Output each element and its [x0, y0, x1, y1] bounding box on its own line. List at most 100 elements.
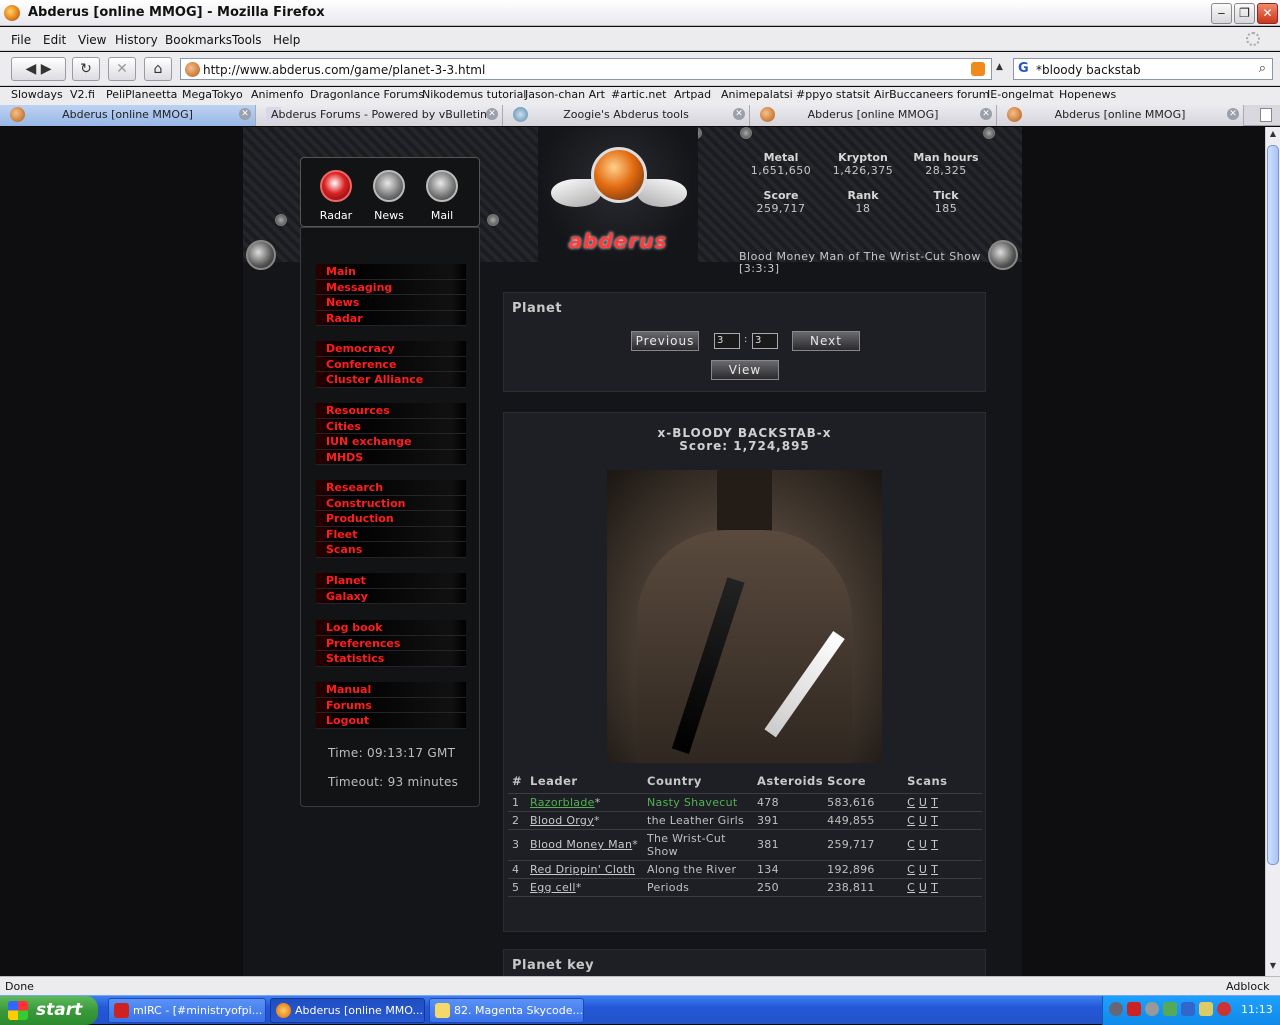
menu-view[interactable]: View [78, 33, 106, 47]
sidebar-item-main[interactable]: Main [316, 264, 466, 280]
sidebar-item-preferences[interactable]: Preferences [316, 635, 466, 651]
close-tab-icon[interactable]: ✕ [733, 108, 745, 120]
menu-bookmarks[interactable]: Bookmarks [165, 33, 232, 47]
scan-c-link[interactable]: C [907, 796, 915, 809]
history-dropdown-icon[interactable]: ▲ [996, 62, 1003, 72]
scan-u-link[interactable]: U [919, 796, 927, 809]
tab-abderus-2[interactable]: Abderus [online MMOG] ✕ [750, 105, 997, 126]
start-button[interactable]: start [0, 996, 98, 1025]
scan-c-link[interactable]: C [907, 838, 915, 851]
sidebar-item-resources[interactable]: Resources [316, 403, 466, 419]
scan-t-link[interactable]: T [931, 838, 938, 851]
search-field[interactable]: G *bloody backstab ⌕ [1013, 58, 1273, 80]
sidebar-item-statistics[interactable]: Statistics [316, 651, 466, 667]
task-firefox[interactable]: Abderus [online MMO... [270, 998, 425, 1023]
sidebar-item-log-book[interactable]: Log book [316, 620, 466, 636]
sidebar-item-scans[interactable]: Scans [316, 542, 466, 558]
mail-icon[interactable] [426, 170, 458, 202]
leader-link[interactable]: Blood Orgy [530, 814, 594, 827]
leader-link[interactable]: Razorblade [530, 796, 595, 809]
scan-u-link[interactable]: U [919, 863, 927, 876]
page-scrollbar[interactable]: ▲ ▼ [1265, 127, 1280, 976]
radar-icon[interactable] [320, 170, 352, 202]
bookmark-item[interactable]: MegaTokyo [182, 88, 243, 101]
network-icon[interactable] [1163, 1002, 1177, 1016]
task-mirc[interactable]: mIRC - [#ministryofpi... [108, 998, 266, 1023]
close-tab-icon[interactable]: ✕ [239, 108, 251, 120]
sidebar-item-messaging[interactable]: Messaging [316, 279, 466, 295]
next-button[interactable]: Next [792, 331, 860, 351]
leader-link[interactable]: Blood Money Man [530, 838, 632, 851]
menu-history[interactable]: History [115, 33, 158, 47]
bookmark-item[interactable]: #artic.net [611, 88, 666, 101]
menu-tools[interactable]: Tools [232, 33, 262, 47]
scan-t-link[interactable]: T [931, 863, 938, 876]
back-forward-button[interactable]: ◀ ▶ [11, 57, 66, 81]
scan-u-link[interactable]: U [919, 814, 927, 827]
scroll-down-icon[interactable]: ▼ [1267, 961, 1279, 975]
sidebar-item-democracy[interactable]: Democracy [316, 341, 466, 357]
tab-forums[interactable]: Abderus Forums - Powered by vBulletin ✕ [256, 105, 503, 126]
tray-app-icon[interactable] [1145, 1002, 1159, 1016]
sidebar-item-cities[interactable]: Cities [316, 418, 466, 434]
sidebar-item-cluster-alliance[interactable]: Cluster Alliance [316, 372, 466, 388]
tab-zoogie-tools[interactable]: Zoogie's Abderus tools ✕ [503, 105, 750, 126]
close-button[interactable]: ✕ [1257, 3, 1278, 24]
mail-label[interactable]: Mail [415, 209, 469, 222]
minimize-button[interactable]: ‒ [1211, 3, 1232, 24]
adblock-status[interactable]: Adblock [1226, 980, 1270, 993]
security-icon[interactable] [1217, 1002, 1231, 1016]
sidebar-item-manual[interactable]: Manual [316, 682, 466, 698]
maximize-button[interactable]: ❐ [1234, 3, 1255, 24]
bookmark-item[interactable]: Animepalatsi [721, 88, 793, 101]
close-tab-icon[interactable]: ✕ [1227, 108, 1239, 120]
menu-file[interactable]: File [11, 33, 31, 47]
scan-t-link[interactable]: T [931, 814, 938, 827]
previous-button[interactable]: Previous [631, 331, 699, 351]
tab-abderus-3[interactable]: Abderus [online MMOG] ✕ [997, 105, 1244, 126]
all-tabs-icon[interactable] [1260, 108, 1272, 122]
sidebar-item-logout[interactable]: Logout [316, 713, 466, 729]
menu-edit[interactable]: Edit [43, 33, 66, 47]
bookmark-item[interactable]: Dragonlance Forums [310, 88, 424, 101]
scan-c-link[interactable]: C [907, 863, 915, 876]
scan-u-link[interactable]: U [919, 881, 927, 894]
x-coord-input[interactable]: 3 [714, 333, 740, 349]
bookmark-item[interactable]: AirBuccaneers forum [874, 88, 990, 101]
view-button[interactable]: View [711, 360, 779, 380]
bookmark-item[interactable]: Artpad [674, 88, 711, 101]
stop-icon[interactable]: ✕ [108, 57, 136, 81]
bookmark-item[interactable]: Animenfo [251, 88, 304, 101]
menu-help[interactable]: Help [273, 33, 300, 47]
scan-c-link[interactable]: C [907, 814, 915, 827]
sidebar-item-research[interactable]: Research [316, 480, 466, 496]
scan-c-link[interactable]: C [907, 881, 915, 894]
radar-label[interactable]: Radar [309, 209, 363, 222]
scan-t-link[interactable]: T [931, 796, 938, 809]
scan-t-link[interactable]: T [931, 881, 938, 894]
sidebar-item-mhds[interactable]: MHDS [316, 449, 466, 465]
sidebar-item-iun-exchange[interactable]: IUN exchange [316, 434, 466, 450]
bookmark-item[interactable]: PeliPlaneetta [106, 88, 177, 101]
sidebar-item-radar[interactable]: Radar [316, 310, 466, 326]
home-icon[interactable]: ⌂ [144, 57, 172, 81]
bookmark-item[interactable]: #ppyo statsit [796, 88, 870, 101]
sidebar-item-conference[interactable]: Conference [316, 356, 466, 372]
scroll-thumb[interactable] [1267, 145, 1279, 865]
sidebar-item-planet[interactable]: Planet [316, 573, 466, 589]
tray-app-icon[interactable] [1199, 1002, 1213, 1016]
sidebar-item-galaxy[interactable]: Galaxy [316, 588, 466, 604]
bookmark-item[interactable]: Slowdays [11, 88, 63, 101]
reload-icon[interactable]: ↻ [72, 57, 100, 81]
tray-app-icon[interactable] [1181, 1002, 1195, 1016]
zonealarm-icon[interactable] [1127, 1002, 1141, 1016]
close-tab-icon[interactable]: ✕ [980, 108, 992, 120]
tray-app-icon[interactable] [1109, 1002, 1123, 1016]
sidebar-item-fleet[interactable]: Fleet [316, 526, 466, 542]
news-label[interactable]: News [362, 209, 416, 222]
feed-icon[interactable] [971, 62, 985, 76]
sidebar-item-production[interactable]: Production [316, 511, 466, 527]
y-coord-input[interactable]: 3 [752, 333, 778, 349]
search-icon[interactable]: ⌕ [1259, 61, 1266, 76]
bookmark-item[interactable]: Jason-chan Art [525, 88, 605, 101]
